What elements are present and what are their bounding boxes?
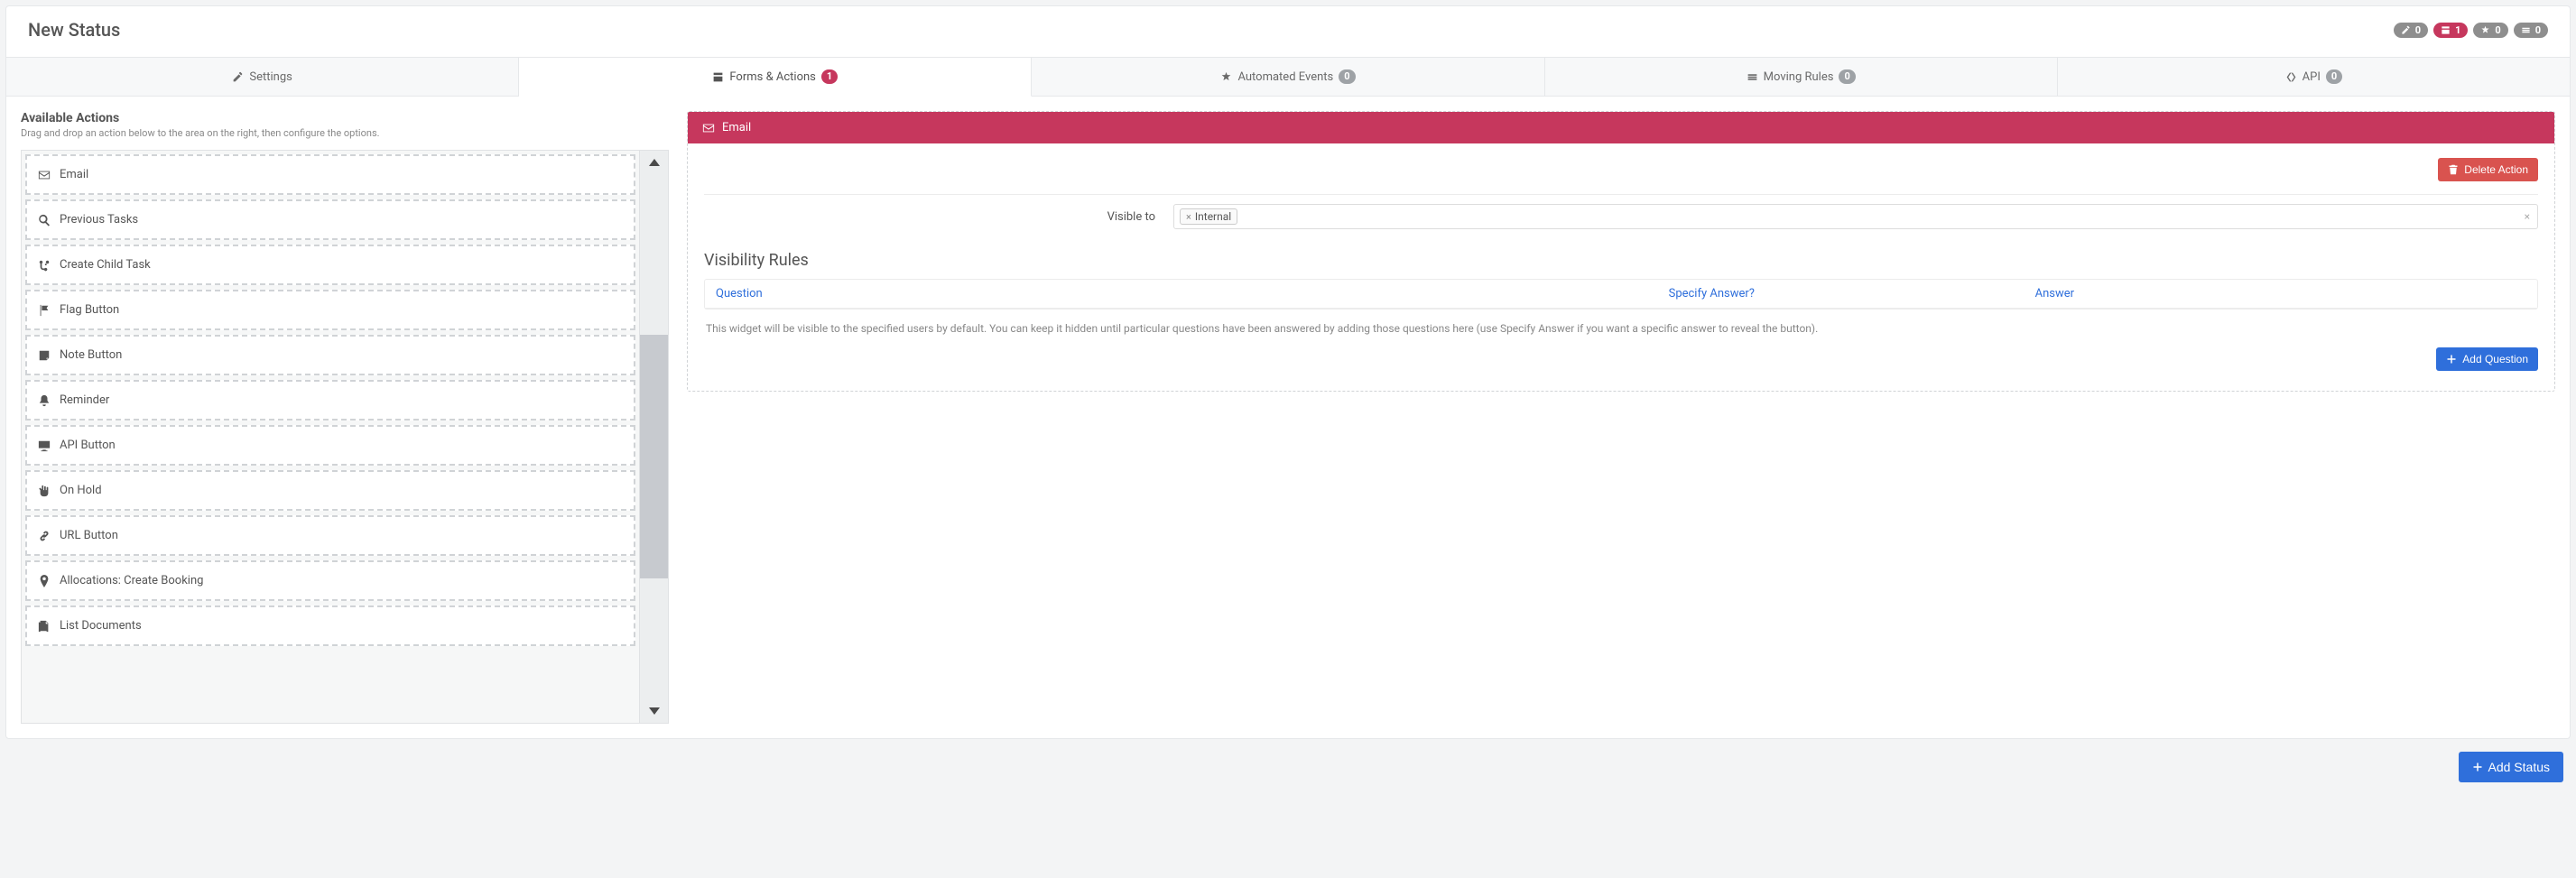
badge-moving[interactable]: 0 — [2514, 23, 2548, 38]
plus-icon — [2446, 354, 2457, 365]
sidebar-hint: Drag and drop an action below to the are… — [21, 127, 669, 139]
moving-icon — [2521, 25, 2531, 35]
clear-field-icon[interactable]: × — [2525, 210, 2530, 223]
action-item-create-child-task[interactable]: Create Child Task — [25, 245, 635, 285]
hand-icon — [38, 485, 51, 497]
plus-icon — [2472, 762, 2483, 772]
forms-count-badge: 1 — [821, 69, 838, 84]
actions-list: Email Previous Tasks Create Child Task F… — [25, 154, 635, 719]
badge-forms[interactable]: 1 — [2433, 23, 2468, 38]
api-icon — [2285, 71, 2297, 83]
available-actions-sidebar: Available Actions Drag and drop an actio… — [21, 111, 669, 724]
api-count-badge: 0 — [2326, 69, 2342, 84]
status-panel: New Status 0 1 0 0 Settings — [5, 5, 2571, 739]
action-item-email[interactable]: Email — [25, 154, 635, 195]
action-item-previous-tasks[interactable]: Previous Tasks — [25, 199, 635, 240]
col-answer[interactable]: Answer — [2025, 280, 2537, 308]
pin-icon — [38, 575, 51, 587]
panel-body: Available Actions Drag and drop an actio… — [6, 97, 2570, 738]
sidebar-title: Available Actions — [21, 111, 669, 125]
trash-icon — [2448, 164, 2459, 175]
scroll-up[interactable] — [640, 151, 668, 174]
email-action-header: Email — [688, 112, 2554, 143]
tab-settings[interactable]: Settings — [6, 58, 519, 97]
link-icon — [38, 530, 51, 542]
delete-action-button[interactable]: Delete Action — [2438, 158, 2538, 181]
panel-header: New Status 0 1 0 0 — [6, 6, 2570, 57]
visible-to-row: Visible to × Internal × — [704, 194, 2538, 238]
scroll-track[interactable] — [640, 174, 668, 699]
badge-settings[interactable]: 0 — [2394, 23, 2428, 38]
moving-count-badge: 0 — [1839, 69, 1855, 84]
add-status-button[interactable]: Add Status — [2459, 752, 2564, 782]
scroll-down[interactable] — [640, 699, 668, 723]
tab-moving-rules[interactable]: Moving Rules 0 — [1545, 58, 2058, 97]
action-item-on-hold[interactable]: On Hold — [25, 470, 635, 511]
automation-icon — [1220, 71, 1232, 83]
tab-automated-events[interactable]: Automated Events 0 — [1032, 58, 1544, 97]
visibility-note: This widget will be visible to the speci… — [704, 310, 2538, 347]
action-item-api-button[interactable]: API Button — [25, 425, 635, 466]
action-config-area: Email Delete Action Visible to × — [687, 111, 2555, 392]
visible-to-field[interactable]: × Internal × — [1173, 204, 2538, 229]
flag-icon — [38, 304, 51, 317]
action-item-reminder[interactable]: Reminder — [25, 380, 635, 421]
page-footer: Add Status — [5, 739, 2571, 795]
col-specify-answer[interactable]: Specify Answer? — [1658, 280, 2025, 308]
edit-icon — [232, 71, 244, 83]
scroll-thumb[interactable] — [640, 335, 668, 578]
action-item-flag-button[interactable]: Flag Button — [25, 290, 635, 330]
page-title: New Status — [28, 19, 120, 41]
bell-icon — [38, 394, 51, 407]
badge-automation[interactable]: 0 — [2473, 23, 2507, 38]
search-icon — [38, 214, 51, 226]
action-item-allocations-create-booking[interactable]: Allocations: Create Booking — [25, 560, 635, 601]
chevron-down-icon — [649, 707, 660, 715]
auto-count-badge: 0 — [1339, 69, 1355, 84]
visibility-rules-title: Visibility Rules — [704, 251, 2538, 270]
actions-scrollbar[interactable] — [639, 151, 668, 723]
mail-icon — [702, 122, 715, 134]
docs-icon — [38, 620, 51, 633]
visible-to-label: Visible to — [704, 210, 1155, 224]
note-icon — [38, 349, 51, 362]
add-question-button[interactable]: Add Question — [2436, 347, 2538, 371]
edit-icon — [2401, 25, 2411, 35]
action-item-list-documents[interactable]: List Documents — [25, 605, 635, 646]
branch-icon — [38, 259, 51, 272]
col-question[interactable]: Question — [705, 280, 1658, 308]
monitor-icon — [38, 439, 51, 452]
visibility-rules-table: Question Specify Answer? Answer — [704, 279, 2538, 310]
form-icon — [712, 71, 724, 83]
email-action-body: Delete Action Visible to × Internal × — [688, 143, 2554, 391]
actions-list-container: Email Previous Tasks Create Child Task F… — [21, 150, 669, 724]
action-item-note-button[interactable]: Note Button — [25, 335, 635, 375]
table-header: Question Specify Answer? Answer — [705, 280, 2537, 309]
email-action-panel: Email Delete Action Visible to × — [687, 111, 2555, 392]
tab-forms-actions[interactable]: Forms & Actions 1 — [519, 58, 1032, 97]
form-icon — [2441, 25, 2451, 35]
mail-icon — [38, 169, 51, 181]
header-badges: 0 1 0 0 — [2394, 23, 2548, 38]
automation-icon — [2480, 25, 2490, 35]
remove-tag-icon[interactable]: × — [1186, 211, 1191, 223]
tab-api[interactable]: API 0 — [2058, 58, 2570, 97]
visible-to-tag-internal[interactable]: × Internal — [1180, 208, 1237, 225]
action-item-url-button[interactable]: URL Button — [25, 515, 635, 556]
moving-icon — [1747, 71, 1758, 83]
tabs: Settings Forms & Actions 1 Automated Eve… — [6, 57, 2570, 97]
chevron-up-icon — [649, 159, 660, 166]
